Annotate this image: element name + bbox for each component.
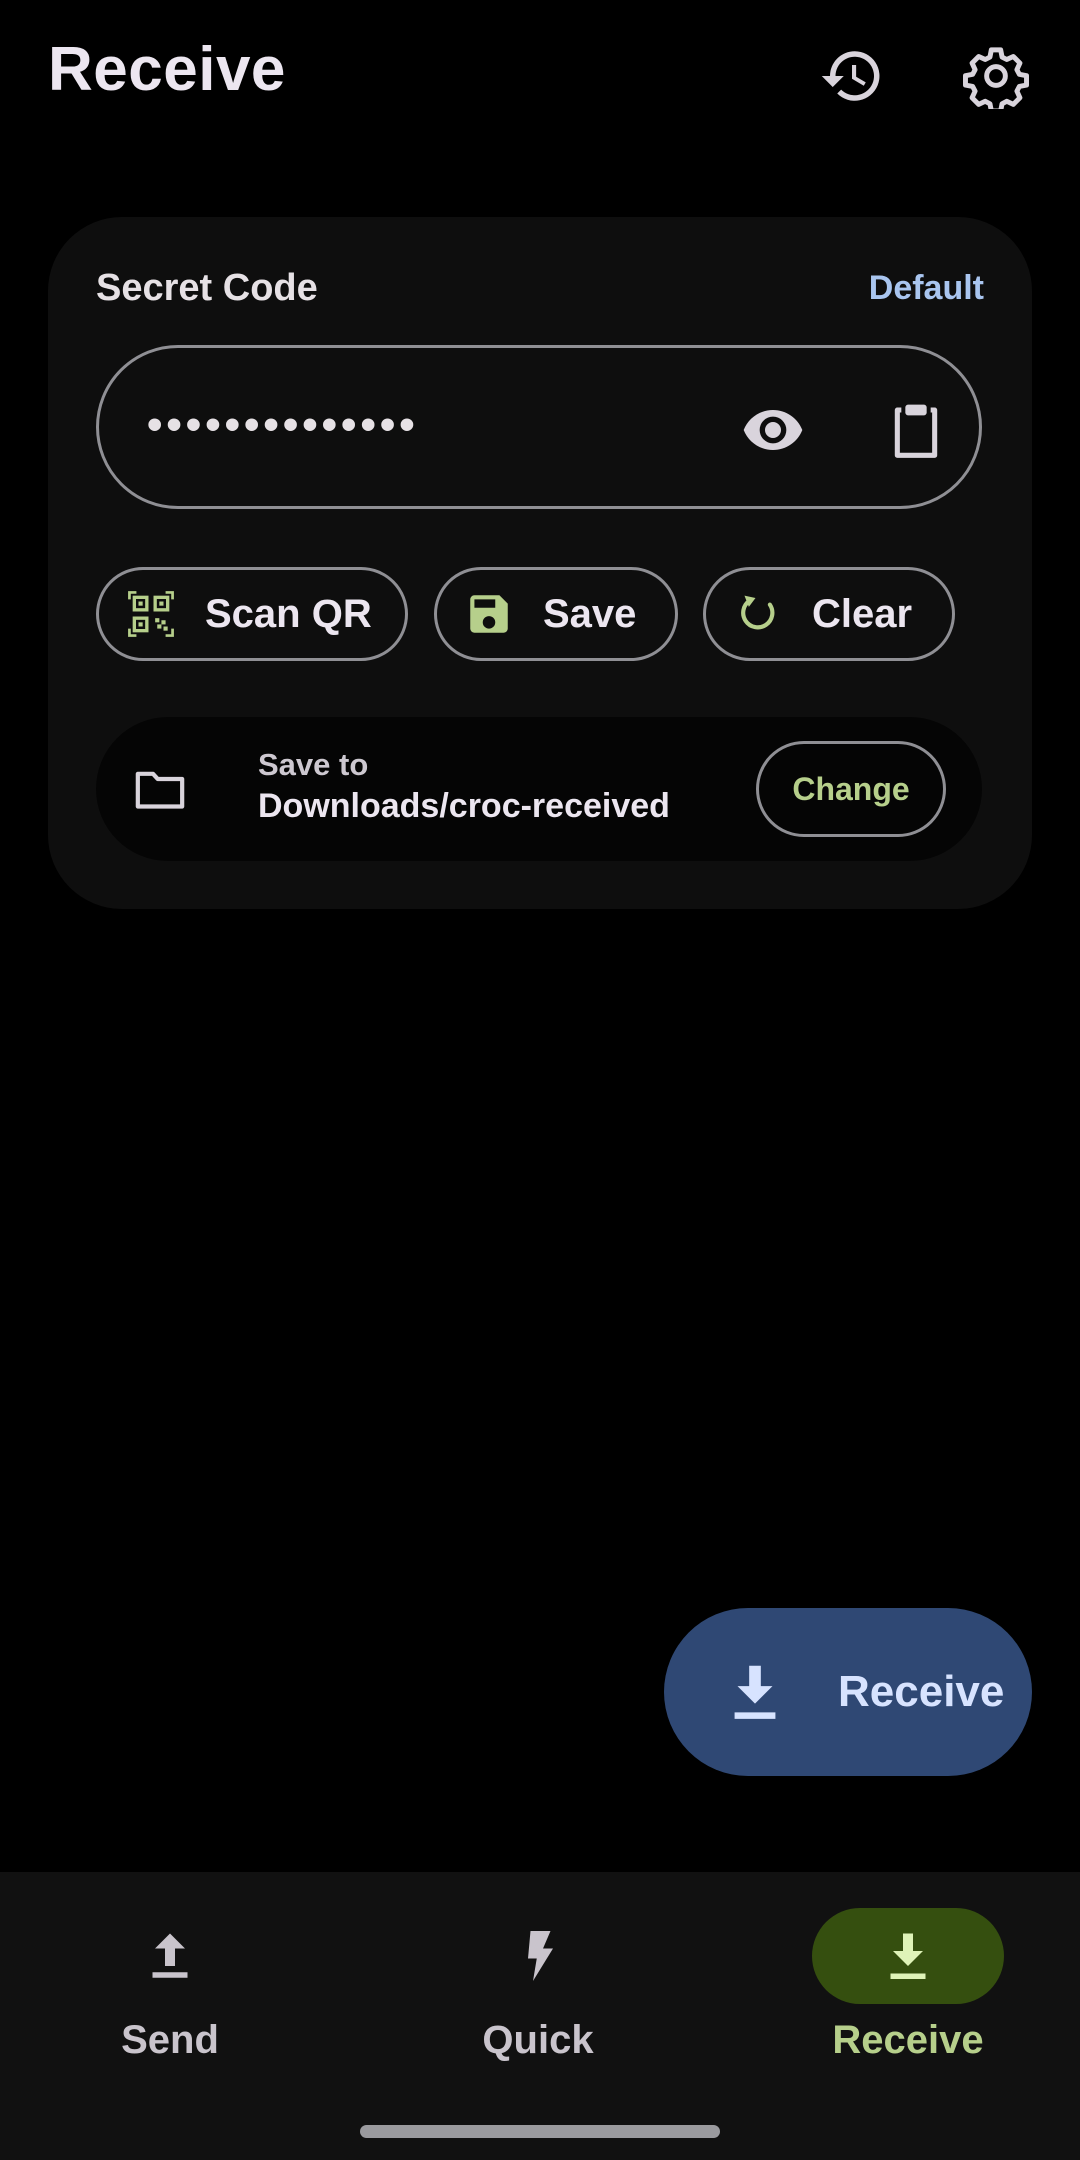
save-location-row: Save to Downloads/croc-received Change bbox=[96, 717, 982, 861]
clear-code-button[interactable]: Clear bbox=[703, 567, 955, 661]
receive-fab[interactable]: Receive bbox=[664, 1608, 1032, 1776]
refresh-icon bbox=[741, 595, 775, 630]
eye-icon bbox=[743, 410, 803, 450]
download-icon bbox=[890, 1933, 926, 1979]
secret-code-card: Secret Code Default •••••••••••••• Scan … bbox=[48, 217, 1032, 909]
nav-item-receive[interactable]: Receive bbox=[778, 1908, 1038, 2088]
scan-qr-label: Scan QR bbox=[205, 591, 372, 636]
top-app-bar: Receive bbox=[0, 0, 1080, 150]
settings-button[interactable] bbox=[958, 38, 1034, 114]
bolt-icon bbox=[528, 1931, 553, 1981]
nav-label-send: Send bbox=[121, 2018, 219, 2062]
active-indicator bbox=[812, 1908, 1004, 2004]
home-indicator[interactable] bbox=[360, 2125, 720, 2138]
qr-scan-icon bbox=[128, 591, 174, 637]
folder-icon bbox=[135, 771, 185, 809]
nav-label-quick: Quick bbox=[482, 2018, 594, 2062]
floppy-disk-icon bbox=[470, 595, 508, 633]
receive-fab-label: Receive bbox=[838, 1667, 1005, 1716]
clipboard-icon bbox=[894, 404, 938, 458]
gear-icon bbox=[963, 47, 1029, 109]
save-code-label: Save bbox=[543, 591, 637, 636]
save-to-label: Save to bbox=[258, 747, 369, 782]
nav-item-send[interactable]: Send bbox=[40, 1908, 300, 2088]
secret-code-field[interactable]: •••••••••••••• bbox=[96, 345, 982, 509]
secret-code-label: Secret Code bbox=[96, 267, 318, 309]
nav-label-receive: Receive bbox=[832, 2018, 984, 2062]
paste-button[interactable] bbox=[878, 392, 954, 468]
nav-item-quick[interactable]: Quick bbox=[408, 1908, 668, 2088]
upload-icon bbox=[152, 1933, 188, 1978]
change-location-button[interactable]: Change bbox=[756, 741, 946, 837]
history-button[interactable] bbox=[814, 38, 890, 114]
secret-code-value: •••••••••••••• bbox=[147, 400, 419, 449]
history-icon bbox=[821, 51, 880, 101]
scan-qr-button[interactable]: Scan QR bbox=[96, 567, 408, 661]
save-code-button[interactable]: Save bbox=[434, 567, 678, 661]
toggle-visibility-button[interactable] bbox=[735, 392, 811, 468]
save-path: Downloads/croc-received bbox=[258, 787, 670, 825]
clear-code-label: Clear bbox=[812, 591, 913, 636]
bottom-navigation: Send Quick Receive bbox=[0, 1872, 1080, 2160]
default-code-link[interactable]: Default bbox=[869, 269, 984, 308]
download-icon bbox=[734, 1665, 776, 1719]
page-title: Receive bbox=[48, 35, 286, 104]
